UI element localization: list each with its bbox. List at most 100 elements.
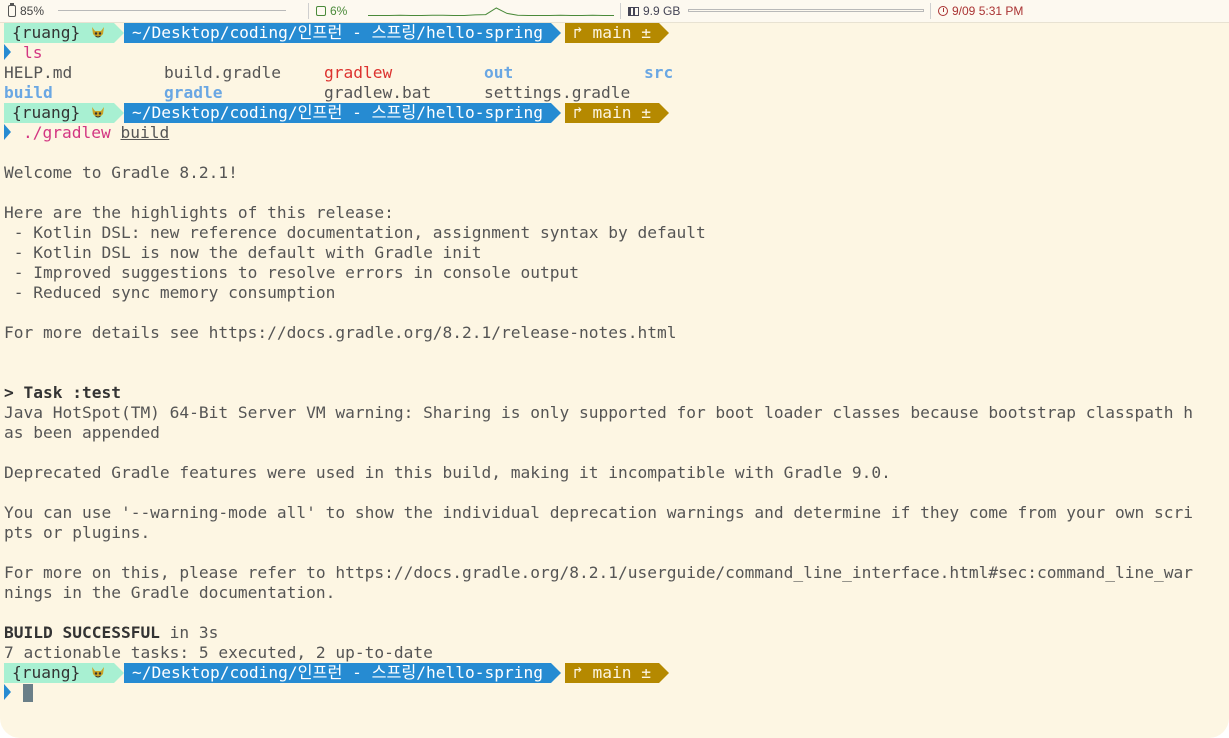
- build-status: BUILD SUCCESSFUL: [4, 623, 160, 642]
- command-line: ./gradlew build: [4, 123, 1226, 143]
- output-line: 7 actionable tasks: 5 executed, 2 up-to-…: [4, 643, 433, 662]
- devil-icon: [91, 107, 104, 118]
- command: ls: [23, 43, 43, 62]
- prompt-user-segment: {ruang}: [4, 23, 124, 43]
- prompt-arrow-icon: [4, 124, 11, 140]
- output-line: For more details see https://docs.gradle…: [4, 323, 677, 342]
- file-item: settings.gradle: [484, 83, 631, 102]
- prompt-line: {ruang} ~/Desktop/coding/인프런 - 스프링/hello…: [4, 103, 1226, 123]
- directory-item: build: [4, 83, 53, 102]
- devil-icon: [91, 667, 104, 678]
- output-line: You can use '--warning-mode all' to show…: [4, 503, 1193, 522]
- output-line: pts or plugins.: [4, 523, 151, 542]
- output-line: - Improved suggestions to resolve errors…: [4, 263, 579, 282]
- text-cursor: [23, 684, 33, 702]
- prompt-arrow-icon: [4, 44, 11, 60]
- directory-item: src: [644, 63, 674, 82]
- prompt-git-segment: ↱ main ±: [564, 663, 669, 683]
- directory-item: gradle: [164, 83, 223, 102]
- output-line: as been appended: [4, 423, 160, 442]
- git-branch: main: [592, 663, 632, 682]
- terminal-window: 85% 6% 9.9 GB 9/09 5:31 PM {ruang} ~/Des…: [0, 0, 1229, 738]
- build-time: in 3s: [159, 623, 219, 642]
- git-branch-icon: ↱: [572, 23, 583, 42]
- file-item: build.gradle: [164, 63, 281, 82]
- output-line: For more on this, please refer to https:…: [4, 563, 1193, 582]
- divider: [930, 3, 931, 19]
- prompt-git-segment: ↱ main ±: [564, 23, 669, 43]
- output-line: Deprecated Gradle features were used in …: [4, 463, 891, 482]
- terminal-output[interactable]: {ruang} ~/Desktop/coding/인프런 - 스프링/hello…: [4, 23, 1226, 703]
- prompt-arrow-icon: [4, 684, 11, 700]
- output-line: - Reduced sync memory consumption: [4, 283, 336, 302]
- prompt-path-segment: ~/Desktop/coding/인프런 - 스프링/hello-spring: [123, 663, 561, 683]
- cpu-value: 6%: [330, 4, 348, 18]
- prompt-user: {ruang}: [12, 663, 81, 682]
- git-branch: main: [592, 23, 632, 42]
- prompt-user: {ruang}: [12, 103, 81, 122]
- prompt-user-segment: {ruang}: [4, 663, 124, 683]
- memory-bar: [688, 9, 924, 12]
- prompt-path-segment: ~/Desktop/coding/인프런 - 스프링/hello-spring: [123, 103, 561, 123]
- battery-icon: [8, 3, 16, 17]
- devil-icon: [91, 27, 104, 38]
- status-bar: 85% 6% 9.9 GB 9/09 5:31 PM: [0, 0, 1229, 23]
- output-line: - Kotlin DSL is now the default with Gra…: [4, 243, 482, 262]
- git-branch: main: [592, 103, 632, 122]
- file-item: HELP.md: [4, 63, 73, 82]
- memory-value: 9.9 GB: [643, 4, 681, 18]
- output-line: Welcome to Gradle 8.2.1!: [4, 163, 238, 182]
- output-line: Java HotSpot(TM) 64-Bit Server VM warnin…: [4, 403, 1193, 422]
- divider: [620, 3, 621, 19]
- ls-row: HELP.md build.gradle gradlew out src: [4, 63, 1226, 83]
- clock-icon: [938, 6, 948, 16]
- memory-icon: [628, 6, 639, 16]
- cpu-history-line: [368, 7, 614, 16]
- prompt-user-segment: {ruang}: [4, 103, 124, 123]
- prompt-line: {ruang} ~/Desktop/coding/인프런 - 스프링/hello…: [4, 663, 1226, 683]
- file-item: gradlew.bat: [324, 83, 432, 102]
- file-item-executable: gradlew: [324, 63, 393, 82]
- git-branch-icon: ↱: [572, 663, 583, 682]
- battery-value: 85%: [20, 4, 45, 18]
- prompt-path-segment: ~/Desktop/coding/인프런 - 스프링/hello-spring: [123, 23, 561, 43]
- clock-indicator: 9/09 5:31 PM: [938, 3, 1023, 19]
- battery-bar: [58, 10, 286, 11]
- prompt-user: {ruang}: [12, 23, 81, 42]
- directory-item: out: [484, 63, 514, 82]
- prompt-path: ~/Desktop/coding/인프런 - 스프링/hello-spring: [131, 23, 543, 42]
- input-line[interactable]: [4, 683, 1226, 703]
- battery-indicator: 85%: [8, 3, 44, 19]
- output-line: - Kotlin DSL: new reference documentatio…: [4, 223, 706, 242]
- prompt-path: ~/Desktop/coding/인프런 - 스프링/hello-spring: [131, 103, 543, 122]
- divider: [308, 3, 309, 19]
- ls-row: build gradle gradlew.bat settings.gradle: [4, 83, 1226, 103]
- git-dirty-indicator: ±: [641, 103, 651, 122]
- command-line: ls: [4, 43, 1226, 63]
- command: ./gradlew: [23, 123, 111, 142]
- prompt-git-segment: ↱ main ±: [564, 103, 669, 123]
- build-result-line: BUILD SUCCESSFUL in 3s: [4, 623, 1226, 643]
- git-dirty-indicator: ±: [641, 23, 651, 42]
- task-header: > Task :test: [4, 383, 121, 402]
- output-line: nings in the Gradle documentation.: [4, 583, 336, 602]
- cpu-history-graph: [368, 7, 614, 16]
- command-argument: build: [120, 123, 170, 142]
- cpu-icon: [316, 6, 326, 16]
- prompt-line: {ruang} ~/Desktop/coding/인프런 - 스프링/hello…: [4, 23, 1226, 43]
- cpu-indicator: 6%: [316, 3, 347, 19]
- git-branch-icon: ↱: [572, 103, 583, 122]
- prompt-path: ~/Desktop/coding/인프런 - 스프링/hello-spring: [131, 663, 543, 682]
- git-dirty-indicator: ±: [641, 663, 651, 682]
- output-line: Here are the highlights of this release:: [4, 203, 394, 222]
- clock-value: 9/09 5:31 PM: [952, 4, 1024, 18]
